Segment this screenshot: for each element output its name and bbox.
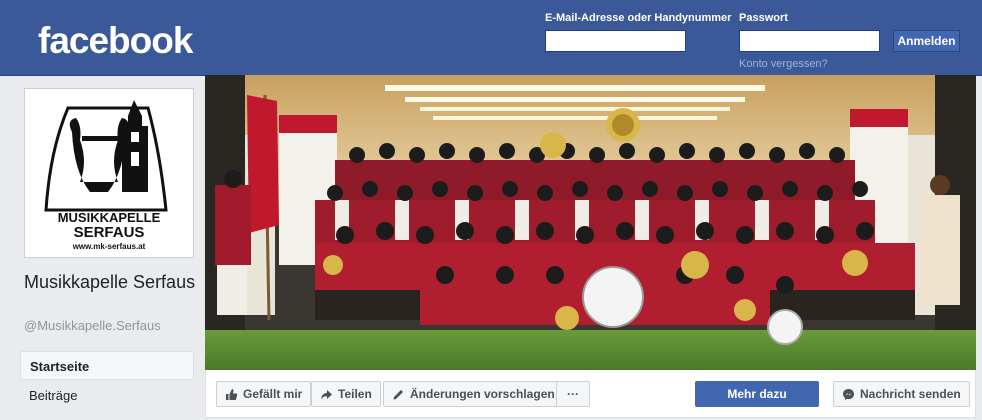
email-field[interactable] xyxy=(545,30,686,52)
forgot-account-link[interactable]: Konto vergessen? xyxy=(739,58,828,70)
page-action-bar: Gefällt mir Teilen Änderungen vorschlage… xyxy=(205,370,976,418)
email-label: E-Mail-Adresse oder Handynummer xyxy=(545,12,732,24)
like-button[interactable]: Gefällt mir xyxy=(216,381,312,407)
page-handle[interactable]: @Musikkapelle.Serfaus xyxy=(24,318,161,333)
learn-more-button[interactable]: Mehr dazu xyxy=(695,381,819,407)
logo-text-2: SERFAUS xyxy=(74,224,145,241)
like-label: Gefällt mir xyxy=(243,387,303,401)
page-title[interactable]: Musikkapelle Serfaus xyxy=(24,271,204,293)
cover-photo[interactable] xyxy=(205,75,976,370)
password-label: Passwort xyxy=(739,12,788,24)
suggest-edits-label: Änderungen vorschlagen xyxy=(410,387,555,401)
nav-item-startseite[interactable]: Startseite xyxy=(20,351,194,380)
send-message-button[interactable]: Nachricht senden xyxy=(833,381,970,407)
share-label: Teilen xyxy=(338,387,372,401)
more-options-button[interactable]: ··· xyxy=(556,381,590,407)
thumbs-up-icon xyxy=(225,388,238,401)
password-field[interactable] xyxy=(739,30,880,52)
profile-picture[interactable]: MUSIKKAPELLE SERFAUS www.mk-serfaus.at xyxy=(24,88,194,258)
send-message-label: Nachricht senden xyxy=(860,387,961,401)
nav-item-beitraege[interactable]: Beiträge xyxy=(20,381,194,410)
suggest-edits-button[interactable]: Änderungen vorschlagen xyxy=(383,381,564,407)
login-button[interactable]: Anmelden xyxy=(893,30,960,52)
top-bar: facebook E-Mail-Adresse oder Handynummer… xyxy=(0,0,982,76)
facebook-logo[interactable]: facebook xyxy=(38,20,193,62)
band-group-photo xyxy=(205,75,976,370)
logo-text-1: MUSIKKAPELLE xyxy=(58,210,161,225)
share-arrow-icon xyxy=(320,388,333,401)
pencil-icon xyxy=(392,388,405,401)
share-button[interactable]: Teilen xyxy=(311,381,381,407)
messenger-icon xyxy=(842,388,855,401)
band-logo: MUSIKKAPELLE SERFAUS www.mk-serfaus.at xyxy=(28,92,191,255)
logo-url: www.mk-serfaus.at xyxy=(72,242,146,251)
